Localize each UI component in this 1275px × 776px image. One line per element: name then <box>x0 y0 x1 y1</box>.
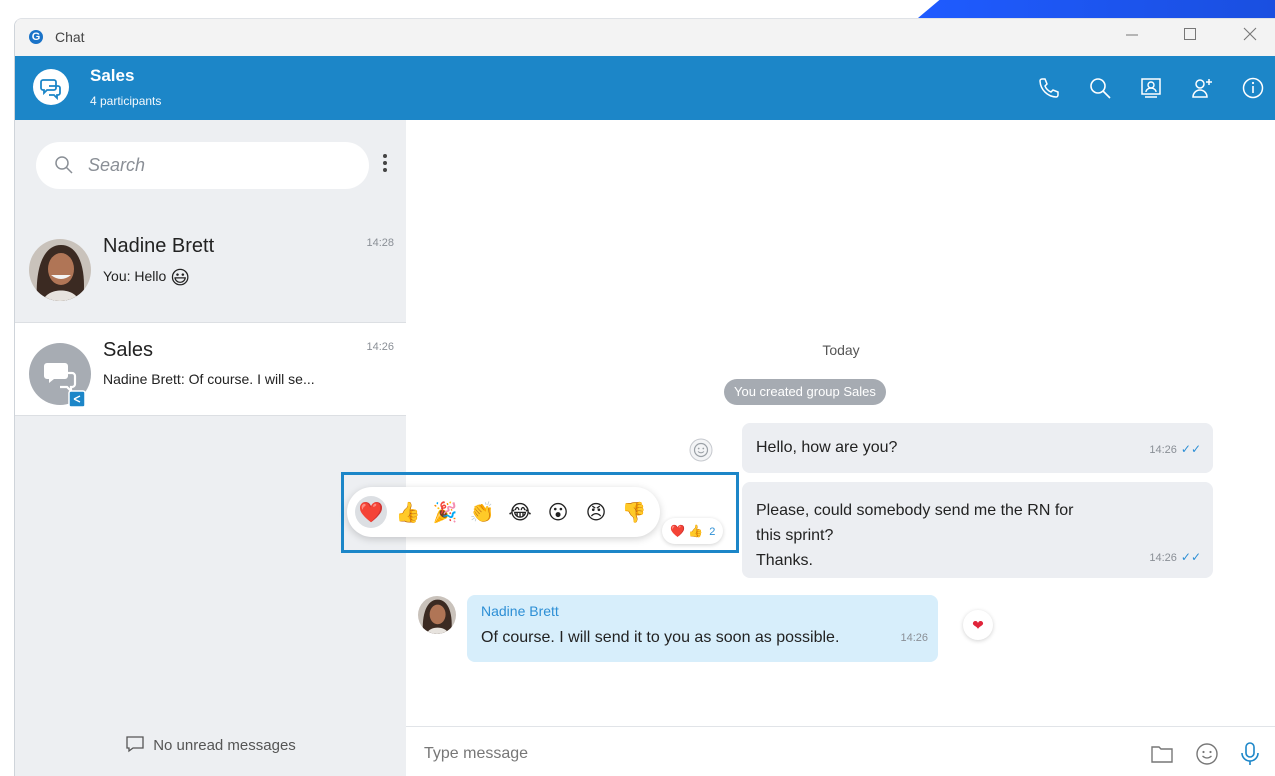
decorative-corner <box>918 0 1275 18</box>
avatar <box>29 343 91 408</box>
conversation-name: Sales <box>103 339 154 361</box>
thumbs-down-reaction-option[interactable]: 👎 <box>618 496 650 528</box>
conversation-item-sales[interactable]: Sales 14:26 Nadine Brett: Of course. I w… <box>15 322 406 416</box>
message-time: 14:26 <box>900 632 928 644</box>
reaction-count: 2 <box>709 526 716 538</box>
conversation-item-nadine-brett[interactable]: Nadine Brett 14:28 You: Hello 😃 <box>15 219 406 313</box>
grinning-emoji-icon: 😃 <box>170 268 191 289</box>
date-separator: Today <box>822 342 860 358</box>
message-line: Please, could somebody send me the RN fo… <box>756 502 1074 519</box>
conversation-time: 14:28 <box>366 237 394 249</box>
participant-count[interactable]: 4 participants <box>90 94 161 108</box>
meeting-icon[interactable] <box>1139 76 1163 100</box>
microphone-icon[interactable] <box>1237 741 1263 767</box>
heart-reaction-option[interactable]: ❤️ <box>355 496 387 528</box>
message-text: Of course. I will send it to you as soon… <box>481 629 840 646</box>
message-author[interactable]: Nadine Brett <box>481 603 559 619</box>
conversation-time: 14:26 <box>366 341 394 353</box>
conversation-title: Sales <box>90 66 135 85</box>
message-input[interactable] <box>424 741 1104 767</box>
minimize-icon <box>1126 34 1138 36</box>
maximize-icon <box>1184 28 1196 40</box>
incoming-message[interactable]: Nadine Brett Of course. I will send it t… <box>467 595 938 662</box>
outgoing-message[interactable]: Hello, how are you? 14:26 ✓✓ <box>742 423 1213 473</box>
reaction-summary[interactable]: ❤️ 👍 2 <box>662 518 724 544</box>
emoji-icon[interactable] <box>1194 741 1220 767</box>
time-label: 14:26 <box>1149 444 1177 456</box>
heart-icon: ❤ <box>972 617 984 633</box>
group-avatar[interactable] <box>33 69 69 105</box>
more-options-icon[interactable] <box>381 154 389 176</box>
composer <box>406 726 1275 776</box>
person-photo-icon <box>29 239 91 301</box>
search-icon <box>55 156 73 174</box>
info-icon[interactable] <box>1241 76 1265 100</box>
sender-avatar[interactable] <box>418 596 456 634</box>
system-message: You created group Sales <box>724 379 886 405</box>
conversation-preview: Nadine Brett: Of course. I will se... <box>103 371 315 387</box>
angry-reaction-option[interactable]: 😠 <box>580 496 612 528</box>
search-input[interactable] <box>88 152 348 178</box>
chat-bubble-icon <box>126 736 144 753</box>
title-bar: G Chat <box>15 19 1275 56</box>
phone-icon[interactable] <box>1037 76 1061 100</box>
avatar <box>29 239 91 301</box>
reaction-picker: ❤️ 👍 🎉 👏 😂 😮 😠 👎 <box>347 487 660 537</box>
close-button[interactable] <box>1235 25 1265 49</box>
party-reaction-option[interactable]: 🎉 <box>429 496 461 528</box>
group-avatar-icon <box>29 343 91 408</box>
heart-reaction-badge[interactable]: ❤ <box>963 610 993 640</box>
conversation-preview: You: Hello 😃 <box>103 267 190 290</box>
app-logo: G <box>29 30 43 44</box>
conversation-name: Nadine Brett <box>103 235 215 257</box>
group-chat-icon <box>40 79 61 101</box>
preview-text: You: Hello <box>103 268 167 284</box>
laugh-reaction-option[interactable]: 😂 <box>504 496 536 528</box>
message-line: this sprint? <box>756 527 834 544</box>
maximize-button[interactable] <box>1175 25 1205 49</box>
message-area: Today You created group Sales Hello, how… <box>406 120 1275 776</box>
message-time: 14:26 ✓✓ <box>1149 550 1201 564</box>
read-receipt-icon: ✓✓ <box>1180 550 1201 564</box>
clap-reaction-option[interactable]: 👏 <box>466 496 498 528</box>
close-icon <box>1243 27 1257 41</box>
unread-status: No unread messages <box>15 735 406 754</box>
thumbs-up-reaction-option[interactable]: 👍 <box>392 496 424 528</box>
unread-label: No unread messages <box>153 737 296 754</box>
search-icon[interactable] <box>1088 76 1112 100</box>
message-text: Please, could somebody send me the RN fo… <box>756 498 1074 573</box>
read-receipt-icon: ✓✓ <box>1180 442 1201 456</box>
message-line: Thanks. <box>756 552 813 569</box>
window-title: Chat <box>55 29 85 45</box>
outgoing-message[interactable]: Please, could somebody send me the RN fo… <box>742 482 1213 578</box>
message-text: Hello, how are you? <box>756 439 898 456</box>
search-box[interactable] <box>36 142 369 189</box>
surprised-reaction-option[interactable]: 😮 <box>542 496 574 528</box>
minimize-button[interactable] <box>1117 25 1147 49</box>
add-reaction-icon[interactable] <box>689 438 713 462</box>
message-time: 14:26 ✓✓ <box>1149 442 1201 456</box>
folder-icon[interactable] <box>1149 741 1175 767</box>
time-label: 14:26 <box>1149 552 1177 564</box>
conversation-sidebar: Nadine Brett 14:28 You: Hello 😃 Sales 14… <box>15 120 406 776</box>
person-photo-icon <box>418 596 456 634</box>
chat-header: Sales 4 participants <box>15 56 1275 120</box>
chat-window: G Chat Sales 4 participants Search Nadin… <box>14 18 1275 776</box>
add-participant-icon[interactable] <box>1190 76 1214 100</box>
reaction-emojis: ❤️ 👍 <box>670 524 704 538</box>
